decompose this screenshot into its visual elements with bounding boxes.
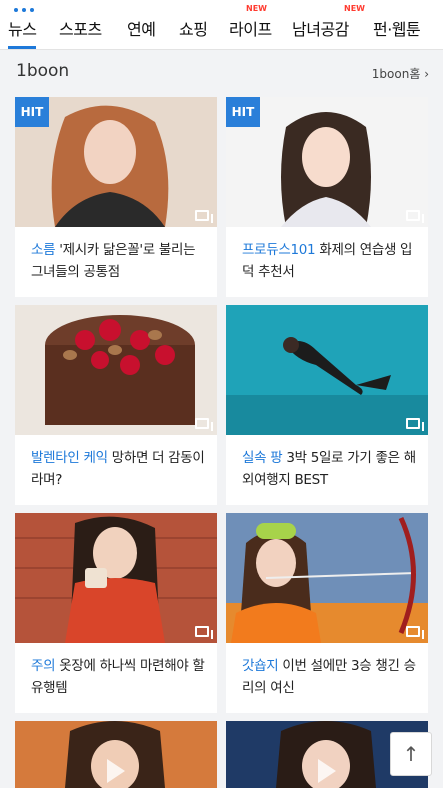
gallery-icon (406, 626, 424, 639)
article-caption: 프로듀스101 화제의 연습생 입덕 추천서 (242, 239, 416, 283)
article-caption: 발렌타인 케익 망하면 더 감동이라며? (31, 447, 205, 491)
article-caption: 갓숍지 이번 설에만 3승 챙긴 승리의 여신 (242, 655, 416, 699)
nav-tab-news[interactable]: 뉴스 (8, 16, 37, 49)
nav-tab-life[interactable]: 라이프 (229, 16, 272, 40)
category-nav: 뉴스 스포츠 연예 쇼핑 NEW 라이프 NEW 남녀공감 펀·웹툰 (0, 0, 443, 50)
nav-tab-empathy[interactable]: 남녀공감 (292, 16, 349, 40)
gallery-icon (195, 210, 213, 223)
nav-indicator-dots (14, 8, 34, 12)
article-card[interactable]: 주의 옷장에 하나씩 마련해야 할 유행템 (15, 513, 217, 713)
section-title: 1boon (16, 61, 70, 81)
hit-badge: HIT (15, 97, 49, 127)
gallery-icon (406, 210, 424, 223)
article-keyword: 실속 팡 (242, 450, 283, 466)
video-card[interactable] (15, 721, 217, 788)
gallery-icon (406, 418, 424, 431)
hit-badge: HIT (226, 97, 260, 127)
scroll-to-top-button[interactable]: ↑ (390, 732, 432, 776)
article-card[interactable]: 실속 팡 3박 5일로 가기 좋은 해외여행지 BEST (226, 305, 428, 505)
article-keyword: 발렌타인 케익 (31, 450, 108, 466)
article-thumbnail: HIT (226, 97, 428, 227)
article-caption: 소름 '제시카 닮은꼴'로 불리는 그녀들의 공통점 (31, 239, 205, 283)
gallery-icon (195, 418, 213, 431)
article-caption: 실속 팡 3박 5일로 가기 좋은 해외여행지 BEST (242, 447, 416, 491)
article-title: 옷장에 하나씩 마련해야 할 유행템 (31, 658, 205, 696)
article-keyword: 갓숍지 (242, 658, 279, 674)
article-thumbnail: HIT (15, 97, 217, 227)
nav-tab-fun-webtoon[interactable]: 펀·웹툰 (373, 16, 421, 40)
article-keyword: 프로듀스101 (242, 242, 316, 258)
article-card[interactable]: HIT 소름 '제시카 닮은꼴'로 불리는 그녀들의 공통점 (15, 97, 217, 297)
article-caption: 주의 옷장에 하나씩 마련해야 할 유행템 (31, 655, 205, 699)
article-thumbnail (226, 305, 428, 435)
play-icon (318, 759, 336, 783)
article-thumbnail (15, 513, 217, 643)
article-card[interactable]: HIT 프로듀스101 화제의 연습생 입덕 추천서 (226, 97, 428, 297)
article-keyword: 주의 (31, 658, 56, 674)
section-home-link[interactable]: 1boon홈 › (372, 65, 429, 82)
article-thumbnail (226, 513, 428, 643)
video-thumbnail (15, 721, 217, 788)
nav-tab-shopping[interactable]: 쇼핑 (179, 16, 208, 40)
article-thumbnail (15, 305, 217, 435)
arrow-up-icon: ↑ (402, 742, 420, 766)
section-header: 1boon 1boon홈 › (0, 51, 443, 91)
article-keyword: 소름 (31, 242, 56, 258)
article-card[interactable]: 갓숍지 이번 설에만 3승 챙긴 승리의 여신 (226, 513, 428, 713)
new-badge: NEW (246, 4, 267, 13)
article-card[interactable]: 발렌타인 케익 망하면 더 감동이라며? (15, 305, 217, 505)
play-icon (107, 759, 125, 783)
gallery-icon (195, 626, 213, 639)
nav-tab-entertainment[interactable]: 연예 (127, 16, 156, 40)
new-badge: NEW (344, 4, 365, 13)
article-title: '제시카 닮은꼴'로 불리는 그녀들의 공통점 (31, 242, 196, 280)
nav-tab-sports[interactable]: 스포츠 (59, 16, 102, 40)
